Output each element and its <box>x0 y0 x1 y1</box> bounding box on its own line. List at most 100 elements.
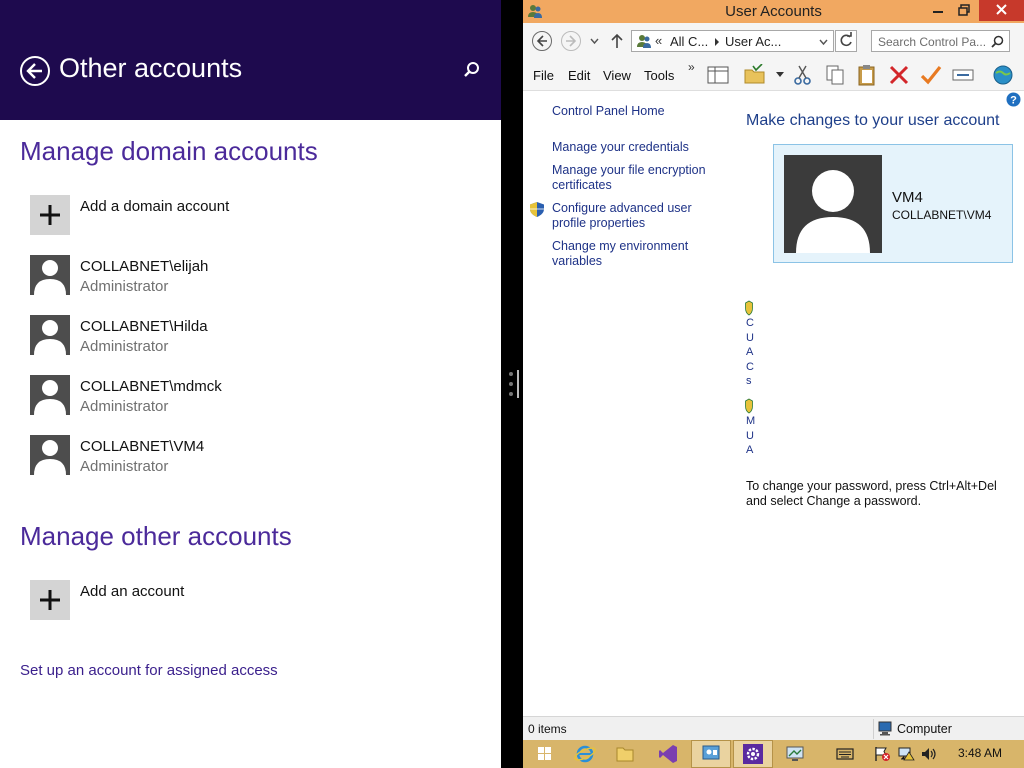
properties-check-icon[interactable] <box>919 64 943 86</box>
options-dropdown-icon[interactable] <box>776 72 784 78</box>
content-heading: Make changes to your user account <box>746 112 1000 129</box>
uac-shield-icon <box>745 398 753 414</box>
menu-bar: File Edit View Tools » ? <box>523 59 1024 107</box>
back-arrow-icon <box>26 63 42 79</box>
svg-text:?: ? <box>1010 95 1017 107</box>
taskbar: 3:48 AM <box>523 740 1024 768</box>
refresh-button[interactable] <box>835 30 857 52</box>
account-row-hilda[interactable]: COLLABNET\Hilda Administrator <box>26 312 486 360</box>
back-arrow-icon <box>536 35 547 47</box>
paste-icon[interactable] <box>855 64 879 86</box>
menu-tools[interactable]: Tools <box>644 68 674 83</box>
user-domain: COLLABNET\VM4 <box>892 208 992 222</box>
uac-shield-icon <box>530 202 544 217</box>
recent-pages-chevron-icon[interactable] <box>590 37 599 45</box>
breadcrumb-separator-icon[interactable] <box>714 38 720 46</box>
breadcrumb-all-control-panel[interactable]: All C... <box>670 34 708 49</box>
breadcrumb-overflow[interactable]: « <box>655 33 662 48</box>
delete-icon[interactable] <box>887 64 911 86</box>
user-accounts-icon <box>637 35 651 48</box>
uac-shield-icon <box>745 300 753 316</box>
grip-dot <box>509 392 513 396</box>
account-name: COLLABNET\elijah <box>80 258 209 275</box>
pc-settings-pane: Other accounts Manage domain accounts Ad… <box>0 0 501 768</box>
clipped-char: s <box>746 375 752 387</box>
action-center-flag-icon[interactable] <box>873 746 891 762</box>
file-encryption-link[interactable]: Manage your file encryption certificates <box>552 163 707 193</box>
keyboard-icon[interactable] <box>836 748 854 760</box>
account-row-elijah[interactable]: COLLABNET\elijah Administrator <box>26 252 486 300</box>
search-icon[interactable] <box>991 35 1004 48</box>
minimize-button[interactable] <box>925 0 951 21</box>
breadcrumb-user-accounts[interactable]: User Ac... <box>725 34 781 49</box>
account-row-mdmck[interactable]: COLLABNET\mdmck Administrator <box>26 372 486 420</box>
taskbar-control-panel[interactable] <box>691 740 731 768</box>
clipped-char: A <box>746 444 754 456</box>
forward-arrow-icon <box>566 35 577 47</box>
folder-options-icon[interactable] <box>743 63 767 86</box>
globe-icon[interactable] <box>991 64 1015 86</box>
rename-icon[interactable] <box>951 64 975 86</box>
address-dropdown-icon[interactable] <box>819 38 828 46</box>
snap-divider-handle[interactable] <box>509 370 521 398</box>
status-separator <box>873 719 874 739</box>
clipped-task-link-1[interactable]: C U A C s <box>746 316 755 389</box>
address-bar-row: « All C... User Ac... Search Control Pa.… <box>523 23 1024 59</box>
menu-file[interactable]: File <box>533 68 554 83</box>
search-icon[interactable] <box>462 60 482 80</box>
assigned-access-link[interactable]: Set up an account for assigned access <box>20 662 278 679</box>
network-icon[interactable] <box>897 746 915 762</box>
up-arrow-icon[interactable] <box>611 33 623 49</box>
folder-icon <box>616 747 634 762</box>
address-field[interactable]: « All C... User Ac... <box>631 30 834 52</box>
remote-desktop-icon <box>786 746 804 761</box>
taskbar-clock[interactable]: 3:48 AM <box>958 746 1002 760</box>
forward-button[interactable] <box>561 31 581 51</box>
restore-button[interactable] <box>951 0 977 21</box>
cut-icon[interactable] <box>791 64 815 86</box>
title-bar[interactable]: User Accounts <box>523 0 1024 23</box>
grip-bar <box>517 370 519 398</box>
advanced-profile-link[interactable]: Configure advanced user profile properti… <box>552 201 697 231</box>
taskbar-internet-explorer[interactable] <box>565 740 605 768</box>
manage-credentials-link[interactable]: Manage your credentials <box>552 140 712 155</box>
layout-pane-icon[interactable] <box>706 64 730 86</box>
add-account-button[interactable]: Add an account <box>26 577 486 625</box>
add-account-label: Add an account <box>80 583 185 600</box>
close-button[interactable] <box>979 0 1024 21</box>
menu-edit[interactable]: Edit <box>568 68 590 83</box>
clipped-char: A <box>746 346 754 358</box>
domain-section-heading: Manage domain accounts <box>20 136 318 166</box>
restore-icon <box>958 4 970 16</box>
start-button[interactable] <box>525 740 565 768</box>
page-title: Other accounts <box>59 53 243 83</box>
windows-logo-icon <box>538 747 551 760</box>
help-icon[interactable]: ? <box>1006 92 1021 107</box>
visual-studio-icon <box>659 745 677 763</box>
search-control-panel-input[interactable]: Search Control Pa... <box>871 30 1010 52</box>
copy-icon[interactable] <box>823 64 847 86</box>
user-picture-icon <box>784 155 882 253</box>
clipped-task-link-2[interactable]: M U A <box>746 414 755 458</box>
user-account-tile[interactable]: VM4 COLLABNET\VM4 <box>773 144 1013 263</box>
refresh-icon <box>840 32 852 47</box>
search-placeholder: Search Control Pa... <box>878 35 987 49</box>
other-section-heading: Manage other accounts <box>20 521 292 551</box>
settings-gear-icon <box>743 744 763 764</box>
account-row-vm4[interactable]: COLLABNET\VM4 Administrator <box>26 432 486 480</box>
control-panel-home-link[interactable]: Control Panel Home <box>552 104 665 118</box>
environment-variables-link[interactable]: Change my environment variables <box>552 239 697 269</box>
add-domain-account-button[interactable]: Add a domain account <box>26 192 486 240</box>
account-role: Administrator <box>80 398 169 415</box>
grip-dot <box>509 382 513 386</box>
taskbar-file-explorer[interactable] <box>605 740 645 768</box>
menu-view[interactable]: View <box>603 68 631 83</box>
back-button[interactable] <box>532 31 552 51</box>
menu-overflow-icon[interactable]: » <box>688 60 695 74</box>
taskbar-visual-studio[interactable] <box>649 740 689 768</box>
close-icon <box>996 4 1007 15</box>
back-button[interactable] <box>20 56 50 86</box>
volume-icon[interactable] <box>921 747 937 761</box>
taskbar-settings[interactable] <box>733 740 773 768</box>
taskbar-remote-desktop[interactable] <box>775 740 815 768</box>
